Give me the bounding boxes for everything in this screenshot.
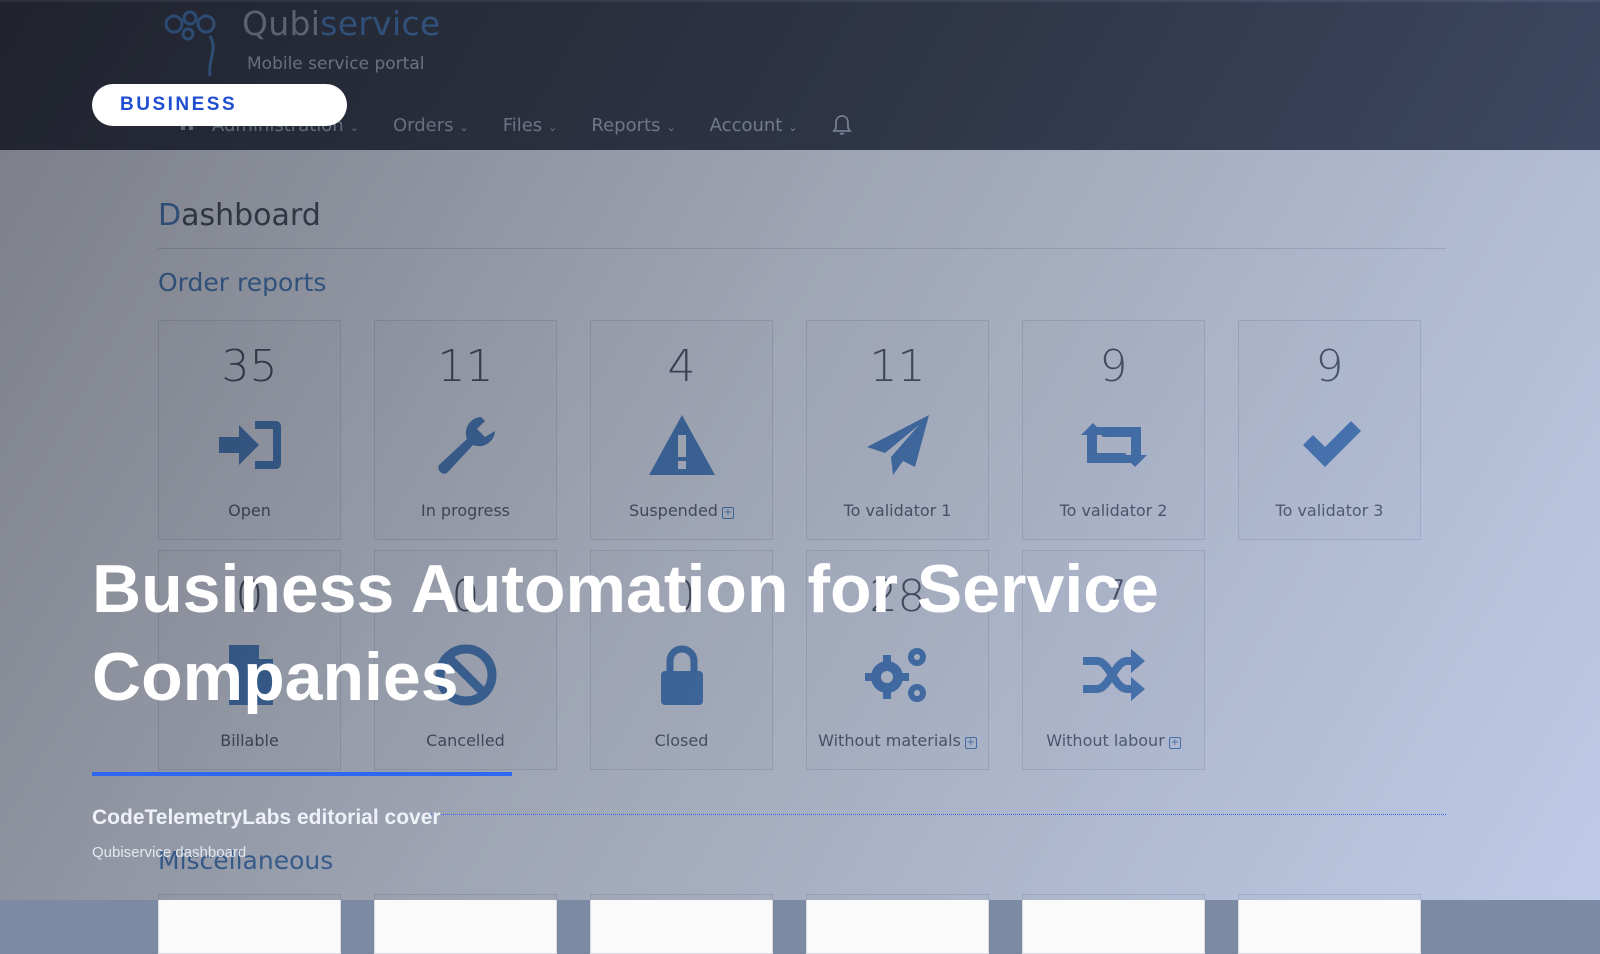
tile-label: Suspended + bbox=[591, 501, 772, 520]
nav-label: Account bbox=[709, 114, 783, 136]
tile-count: 11 bbox=[437, 341, 494, 392]
chevron-down-icon: ⌄ bbox=[666, 120, 676, 134]
chevron-down-icon: ⌄ bbox=[349, 120, 359, 134]
cover-headline: Business Automation for Service Companie… bbox=[92, 551, 1159, 715]
tile-label: Without materials + bbox=[807, 731, 988, 750]
retweet-icon bbox=[1080, 423, 1147, 467]
tile-misc[interactable] bbox=[590, 894, 773, 954]
tile-label: Cancelled bbox=[426, 731, 505, 750]
sign-in-icon bbox=[218, 421, 281, 469]
tile-label: In progress bbox=[420, 501, 510, 520]
accent-bar bbox=[92, 772, 512, 776]
page-title-rest: ashboard bbox=[181, 198, 321, 233]
tile-count: 9 bbox=[1099, 341, 1128, 392]
tile-count: 35 bbox=[221, 341, 278, 392]
tile-label-text: Without materials bbox=[818, 731, 961, 750]
brand-name[interactable]: Qubiservice bbox=[242, 4, 441, 43]
category-tag: BUSINESS bbox=[92, 84, 347, 126]
tile-suspended[interactable]: 4 Suspended + bbox=[590, 320, 773, 540]
tile-label-text: Without labour bbox=[1046, 731, 1165, 750]
tagline: Mobile service portal bbox=[247, 54, 425, 74]
section-title-order-reports: Order reports bbox=[158, 268, 327, 297]
expand-plus-icon[interactable]: + bbox=[721, 507, 734, 519]
tile-misc[interactable] bbox=[158, 894, 341, 954]
tile-label: Closed bbox=[654, 731, 709, 750]
nav-reports[interactable]: Reports ⌄ bbox=[591, 115, 675, 136]
top-navbar: Qubiservice Mobile service portal Admini… bbox=[0, 0, 1600, 150]
expand-plus-icon[interactable]: + bbox=[964, 737, 977, 749]
wrench-icon bbox=[437, 417, 495, 474]
logo-icon bbox=[164, 10, 216, 77]
tile-label: Billable bbox=[220, 731, 279, 750]
tile-label: To validator 3 bbox=[1275, 501, 1384, 520]
nav-files[interactable]: Files ⌄ bbox=[503, 115, 558, 136]
tile-misc[interactable] bbox=[1022, 894, 1205, 954]
tile-count: 11 bbox=[869, 341, 926, 392]
dotted-rule bbox=[430, 814, 1446, 815]
tile-label: Without labour + bbox=[1023, 731, 1204, 750]
tile-to-validator-3[interactable]: 9 To validator 3 bbox=[1238, 320, 1421, 540]
qubiservice-app: Qubiservice Mobile service portal Admini… bbox=[0, 0, 1600, 954]
brand-suffix: service bbox=[320, 4, 441, 43]
nav-orders[interactable]: Orders ⌄ bbox=[393, 115, 469, 136]
chevron-down-icon: ⌄ bbox=[788, 120, 798, 134]
chevron-down-icon: ⌄ bbox=[459, 120, 469, 134]
expand-plus-icon[interactable]: + bbox=[1168, 737, 1181, 749]
warning-icon bbox=[648, 415, 715, 475]
tile-label: To validator 2 bbox=[1059, 501, 1168, 520]
check-icon bbox=[1302, 421, 1361, 467]
nav-label: Files bbox=[502, 114, 543, 136]
tile-misc[interactable] bbox=[1238, 894, 1421, 954]
tile-misc[interactable] bbox=[374, 894, 557, 954]
tile-to-validator-1[interactable]: 11 To validator 1 bbox=[806, 320, 989, 540]
byline: CodeTelemetryLabs editorial cover bbox=[92, 806, 441, 829]
tile-label: Open bbox=[228, 501, 271, 520]
tile-to-validator-2[interactable]: 9 To validator 2 bbox=[1022, 320, 1205, 540]
tile-open[interactable]: 35 Open bbox=[158, 320, 341, 540]
tile-label-text: Suspended bbox=[629, 501, 718, 520]
page-title: Dashboard bbox=[158, 198, 321, 233]
tile-label: To validator 1 bbox=[843, 501, 952, 520]
tile-misc[interactable] bbox=[806, 894, 989, 954]
tile-in-progress[interactable]: 11 In progress bbox=[374, 320, 557, 540]
nav-label: Reports bbox=[591, 114, 661, 136]
bell-icon[interactable] bbox=[831, 114, 852, 136]
brand-prefix: Qubi bbox=[242, 4, 321, 43]
caption: Qubiservice dashboard bbox=[92, 844, 247, 861]
send-icon bbox=[866, 415, 929, 475]
divider bbox=[158, 248, 1446, 249]
tile-count: 9 bbox=[1315, 341, 1344, 392]
chevron-down-icon: ⌄ bbox=[548, 120, 558, 134]
nav-label: Orders bbox=[392, 114, 454, 136]
tile-count: 4 bbox=[667, 341, 696, 392]
nav-account[interactable]: Account ⌄ bbox=[710, 115, 798, 136]
page-title-initial: D bbox=[158, 198, 182, 233]
